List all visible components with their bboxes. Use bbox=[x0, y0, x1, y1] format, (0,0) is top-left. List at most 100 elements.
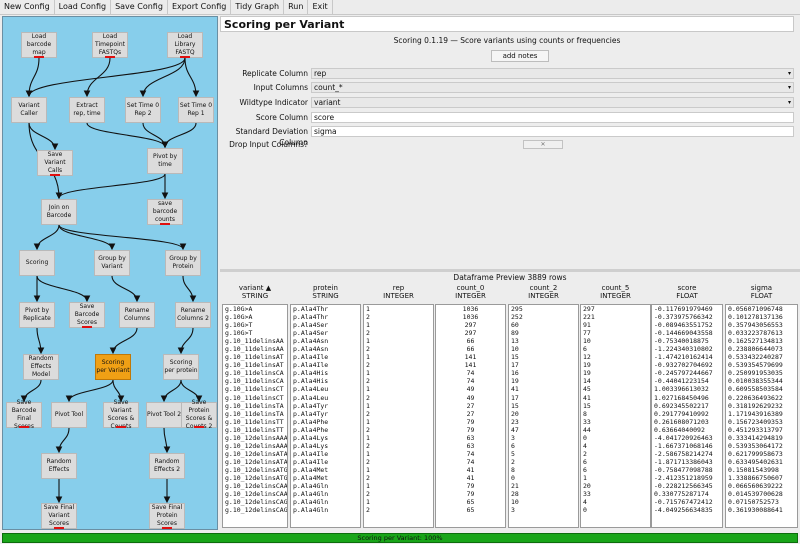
table-cell[interactable]: g.10_12delinsATG bbox=[223, 474, 287, 482]
table-cell[interactable]: 5 bbox=[509, 450, 578, 458]
table-cell[interactable]: 2 bbox=[364, 329, 433, 337]
table-cell[interactable]: 1036 bbox=[436, 305, 505, 313]
table-cell[interactable]: 0.220636493622 bbox=[726, 394, 797, 402]
table-cell[interactable]: p.Ala4Asn bbox=[291, 337, 360, 345]
column-values-count-0[interactable]: 1036 1036 297 297 66 66 141 141 74 74 49 49 27 27 79 79… bbox=[435, 304, 506, 528]
table-cell[interactable]: g.10_11delinsCT bbox=[223, 385, 287, 393]
table-cell[interactable]: 4 bbox=[581, 442, 650, 450]
graph-node-load-barcode-map[interactable]: Load barcode map bbox=[21, 32, 57, 58]
table-cell[interactable]: 0.621799958673 bbox=[726, 450, 797, 458]
table-cell[interactable]: 19 bbox=[509, 377, 578, 385]
wildtype-indicator-select[interactable]: variant ▾ bbox=[311, 97, 794, 108]
sort-ascending-icon[interactable]: ▲ bbox=[264, 284, 271, 292]
column-header-protein[interactable]: protein STRING bbox=[290, 284, 361, 302]
graph-node-scoring[interactable]: Scoring bbox=[19, 250, 55, 276]
table-cell[interactable]: 1.171943916389 bbox=[726, 410, 797, 418]
graph-node-save-barcode-counts[interactable]: save barcode counts bbox=[147, 199, 183, 225]
table-cell[interactable]: 27 bbox=[436, 402, 505, 410]
table-cell[interactable]: g.10_12delinsATA bbox=[223, 458, 287, 466]
table-cell[interactable]: 295 bbox=[509, 305, 578, 313]
column-header-count-2[interactable]: count_2 INTEGER bbox=[508, 284, 579, 302]
table-cell[interactable]: p.Ala4Met bbox=[291, 474, 360, 482]
table-cell[interactable]: p.Ala4Tyr bbox=[291, 410, 360, 418]
table-cell[interactable]: 1.338866750607 bbox=[726, 474, 797, 482]
toolbar-save-config-button[interactable]: Save Config bbox=[111, 0, 168, 14]
table-cell[interactable]: p.Ala4His bbox=[291, 369, 360, 377]
table-cell[interactable]: 2 bbox=[364, 490, 433, 498]
graph-node-pivot-by-replicate[interactable]: Pivot by Replicate bbox=[19, 302, 55, 328]
table-cell[interactable]: 1036 bbox=[436, 313, 505, 321]
table-cell[interactable]: g.10_11delinsCA bbox=[223, 369, 287, 377]
graph-node-group-by-protein[interactable]: Group by Protein bbox=[165, 250, 201, 276]
table-cell[interactable]: 1 bbox=[581, 474, 650, 482]
table-cell[interactable]: g.10_12delinsCAA bbox=[223, 482, 287, 490]
table-cell[interactable]: p.Ala4Leu bbox=[291, 394, 360, 402]
graph-node-save-protein-scores-counts-2[interactable]: Save Protein Scores & Counts 2 bbox=[181, 399, 217, 430]
graph-node-pivot-tool-2[interactable]: Pivot Tool 2 bbox=[146, 402, 182, 428]
toolbar-load-config-button[interactable]: Load Config bbox=[55, 0, 112, 14]
table-cell[interactable]: p.Ala4Ser bbox=[291, 321, 360, 329]
table-cell[interactable]: 2 bbox=[364, 426, 433, 434]
table-cell[interactable]: p.Ala4Ile bbox=[291, 353, 360, 361]
table-cell[interactable]: 6 bbox=[581, 458, 650, 466]
table-cell[interactable]: p.Ala4Thr bbox=[291, 313, 360, 321]
column-header-sigma[interactable]: sigma FLOAT bbox=[725, 284, 798, 302]
table-cell[interactable]: p.Ala4Ser bbox=[291, 329, 360, 337]
column-header-count-5[interactable]: count_5 INTEGER bbox=[580, 284, 651, 302]
table-cell[interactable]: 8 bbox=[509, 466, 578, 474]
table-cell[interactable]: -0.715767472412 bbox=[652, 498, 722, 506]
graph-node-random-effects[interactable]: Random Effects bbox=[41, 453, 77, 479]
table-cell[interactable]: 0.333414294819 bbox=[726, 434, 797, 442]
graph-node-save-variant-calls[interactable]: Save Variant Calls bbox=[37, 150, 73, 176]
graph-node-save-final-variant-scores[interactable]: Save Final Variant Scores bbox=[41, 503, 77, 529]
toolbar-export-config-button[interactable]: Export Config bbox=[168, 0, 232, 14]
toolbar-exit-button[interactable]: Exit bbox=[308, 0, 333, 14]
table-cell[interactable]: 297 bbox=[581, 305, 650, 313]
table-cell[interactable]: 0.066560639222 bbox=[726, 482, 797, 490]
table-cell[interactable]: p.Ala4Asn bbox=[291, 345, 360, 353]
table-cell[interactable]: 297 bbox=[436, 329, 505, 337]
drop-input-columns-toggle[interactable]: ✕ bbox=[523, 140, 563, 149]
table-cell[interactable]: 63 bbox=[436, 434, 505, 442]
table-cell[interactable]: 252 bbox=[509, 313, 578, 321]
table-cell[interactable]: 0.261608071203 bbox=[652, 418, 722, 426]
table-cell[interactable]: -1.474210162414 bbox=[652, 353, 722, 361]
table-cell[interactable]: 15 bbox=[509, 402, 578, 410]
table-cell[interactable]: p.Ala4Ile bbox=[291, 458, 360, 466]
table-cell[interactable]: 44 bbox=[581, 426, 650, 434]
graph-node-rename-columns-2[interactable]: Rename Columns 2 bbox=[175, 302, 211, 328]
table-cell[interactable]: 33 bbox=[581, 418, 650, 426]
table-cell[interactable]: -2.412351218959 bbox=[652, 474, 722, 482]
table-cell[interactable]: 0.451293313797 bbox=[726, 426, 797, 434]
table-cell[interactable]: 1 bbox=[364, 498, 433, 506]
input-columns-select[interactable]: count_* ▾ bbox=[311, 82, 794, 93]
table-cell[interactable]: 14 bbox=[581, 377, 650, 385]
table-cell[interactable]: 0.162527134813 bbox=[726, 337, 797, 345]
table-cell[interactable]: 1 bbox=[364, 418, 433, 426]
table-cell[interactable]: 6 bbox=[581, 466, 650, 474]
pipeline-graph-panel[interactable]: Load barcode map Load Timepoint FASTQs Loa… bbox=[2, 16, 218, 530]
add-notes-button[interactable]: add notes bbox=[491, 50, 549, 62]
table-cell[interactable]: 1 bbox=[364, 466, 433, 474]
table-cell[interactable]: -0.758477098788 bbox=[652, 466, 722, 474]
column-values-variant[interactable]: g.10G>A g.10G>A g.10G>T g.10G>T g.10_11delin… bbox=[222, 304, 288, 528]
table-cell[interactable]: 60 bbox=[509, 321, 578, 329]
graph-node-scoring-per-variant[interactable]: Scoring per Variant bbox=[95, 354, 131, 380]
toolbar-run-button[interactable]: Run bbox=[284, 0, 309, 14]
table-cell[interactable]: 79 bbox=[436, 482, 505, 490]
table-cell[interactable]: g.10_11delinsTA bbox=[223, 402, 287, 410]
table-cell[interactable]: 1 bbox=[364, 305, 433, 313]
table-cell[interactable]: 221 bbox=[581, 313, 650, 321]
table-cell[interactable]: 0.033223787613 bbox=[726, 329, 797, 337]
table-cell[interactable]: 0 bbox=[509, 474, 578, 482]
table-cell[interactable]: 1.003396613032 bbox=[652, 385, 722, 393]
table-cell[interactable]: 0.15081543998 bbox=[726, 466, 797, 474]
table-cell[interactable]: 49 bbox=[436, 394, 505, 402]
table-cell[interactable]: 45 bbox=[581, 385, 650, 393]
column-header-count-0[interactable]: count_0 INTEGER bbox=[435, 284, 506, 302]
table-cell[interactable]: 41 bbox=[436, 466, 505, 474]
table-cell[interactable]: g.10G>A bbox=[223, 305, 287, 313]
table-cell[interactable]: 1.027168450496 bbox=[652, 394, 722, 402]
graph-node-pivot-tool[interactable]: Pivot Tool bbox=[51, 402, 87, 428]
column-values-score[interactable]: -0.117691979469 -0.373975766342 -0.0894635… bbox=[651, 304, 723, 528]
